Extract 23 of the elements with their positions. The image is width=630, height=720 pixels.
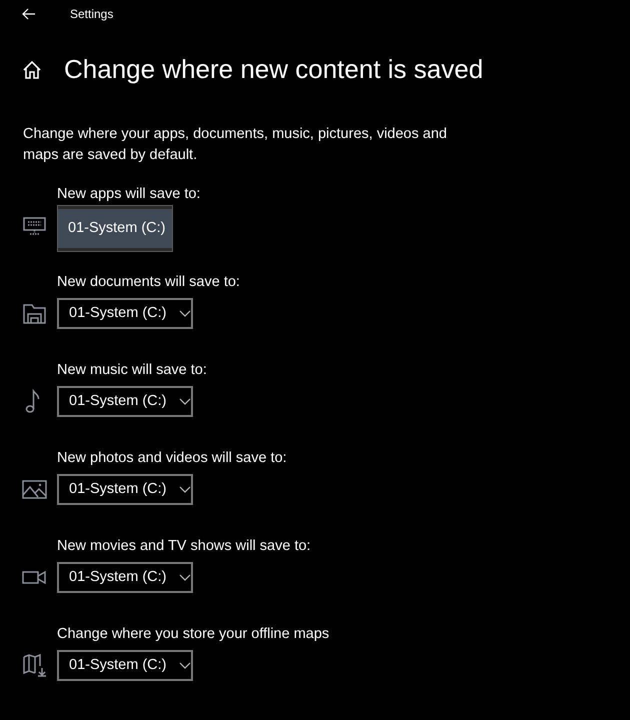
chevron-down-icon (178, 662, 190, 670)
back-icon (22, 8, 36, 20)
page-title: Change where new content is saved (64, 54, 484, 86)
field-label: New photos and videos will save to: (57, 449, 288, 468)
window-title: Settings (70, 6, 114, 23)
drive-dropdown[interactable]: 01-System (C:) (57, 562, 193, 594)
dropdown-option[interactable]: 01-System (C:) (58, 209, 172, 248)
field-label: New apps will save to: (57, 185, 202, 204)
chevron-down-icon (178, 398, 190, 406)
chevron-down-icon (178, 574, 190, 582)
drive-dropdown[interactable]: 01-System (C:) (57, 386, 193, 418)
drive-dropdown[interactable]: 01-System (C:) (57, 650, 193, 682)
map-icon (22, 653, 47, 678)
field-label: New documents will save to: (57, 273, 241, 292)
field-label: Change where you store your offline maps (57, 625, 330, 644)
drive-dropdown[interactable]: 01-System (C:) (57, 474, 193, 506)
chevron-down-icon (178, 486, 190, 494)
chevron-down-icon (178, 310, 190, 318)
drive-dropdown[interactable]: 01-System (C:) (57, 298, 193, 330)
field-label: New movies and TV shows will save to: (57, 537, 312, 556)
field-label: New music will save to: (57, 361, 208, 380)
description: Change where your apps, documents, music, pictures, videos and maps are saved by default. (23, 125, 448, 166)
home-icon[interactable] (22, 60, 42, 80)
